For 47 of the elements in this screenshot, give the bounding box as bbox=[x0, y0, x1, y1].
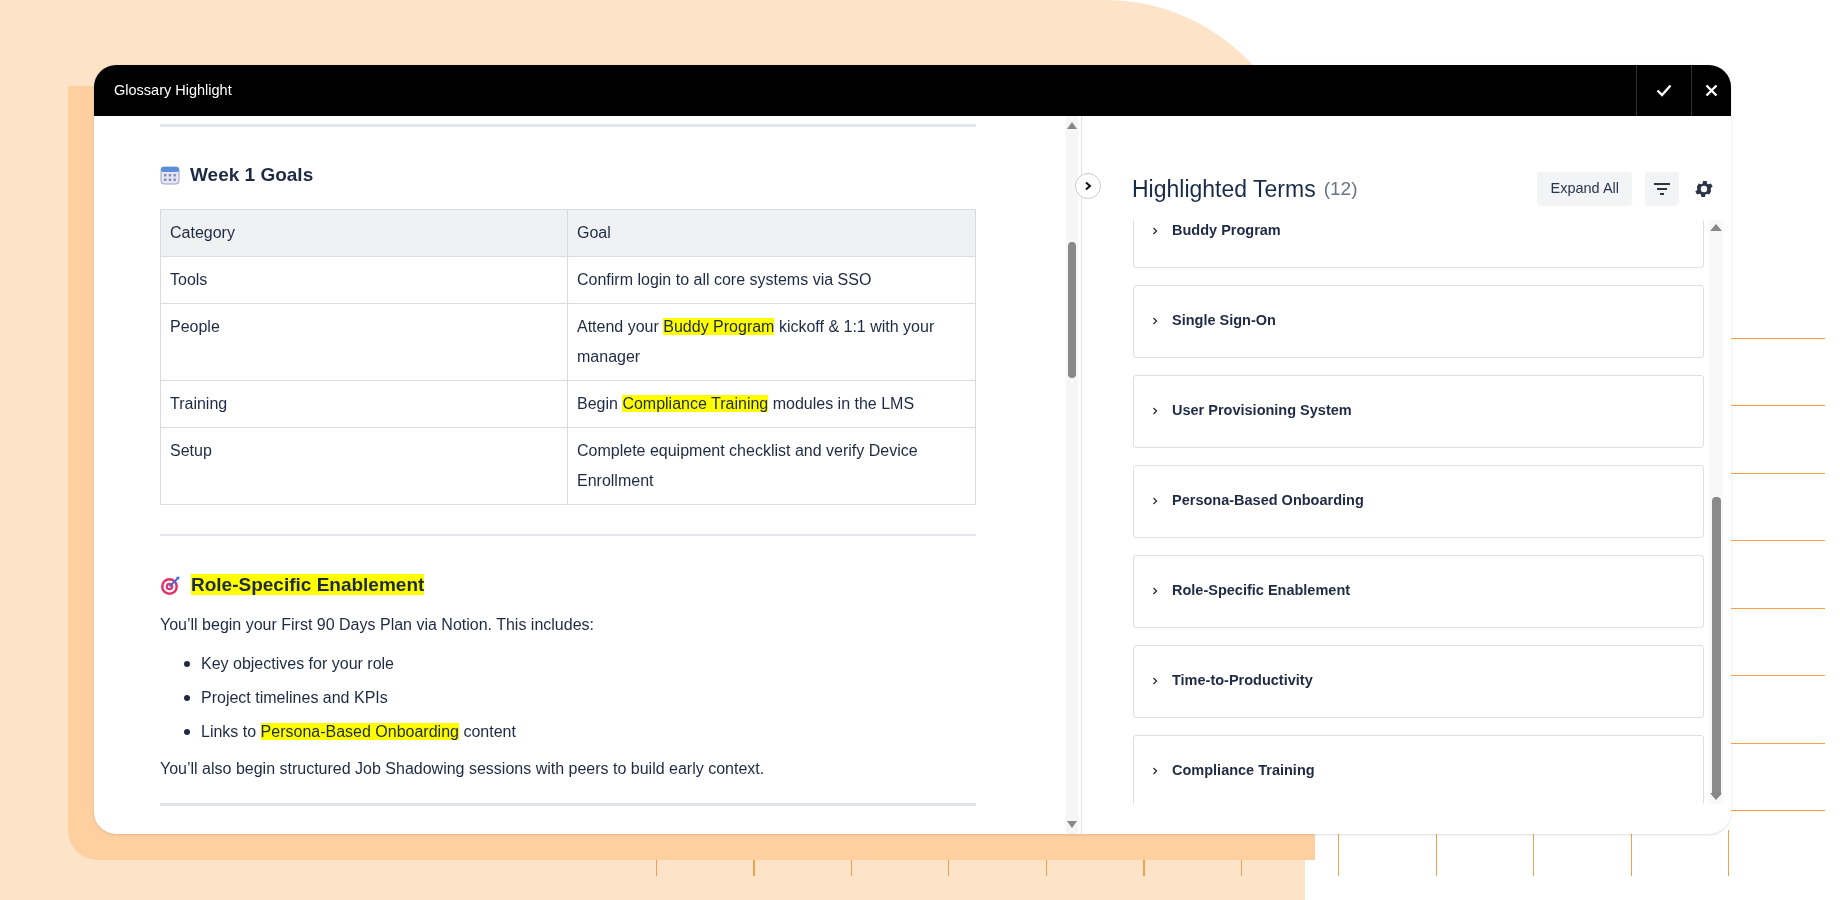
expand-all-button[interactable]: Expand All bbox=[1537, 172, 1632, 206]
section-heading: Week 1 Goals bbox=[190, 163, 314, 187]
term-count: (12) bbox=[1323, 176, 1359, 201]
bullet bbox=[184, 661, 190, 667]
target-icon bbox=[160, 574, 181, 596]
bullet bbox=[184, 695, 190, 701]
term-card[interactable]: Role-Specific Enablement bbox=[1133, 555, 1704, 628]
table-cell: People bbox=[160, 303, 568, 381]
filter-icon bbox=[1653, 182, 1671, 196]
table-cell: Tools bbox=[160, 256, 568, 304]
term-label: Role-Specific Enablement bbox=[1172, 580, 1351, 600]
list-item-text: Key objectives for your role bbox=[201, 654, 394, 674]
table-cell: Attend your Buddy Program kickoff & 1:1 with your manager bbox=[567, 303, 976, 381]
section-heading: Role-Specific Enablement bbox=[191, 573, 425, 597]
calendar-icon bbox=[160, 165, 180, 185]
term-label: Time-to-Productivity bbox=[1172, 670, 1313, 690]
checkmark-icon bbox=[1656, 84, 1672, 97]
chevron-right-icon bbox=[1083, 181, 1093, 191]
column-header: Goal bbox=[567, 209, 976, 257]
term-label: Compliance Training bbox=[1172, 760, 1315, 780]
term-card[interactable]: Compliance Training bbox=[1133, 735, 1704, 804]
paragraph: You’ll begin your First 90 Days Plan via Notion. This includes: bbox=[160, 615, 595, 635]
paragraph: You’ll also begin structured Job Shadowing sessions with peers to build early context. bbox=[160, 759, 766, 779]
bullet bbox=[184, 729, 190, 735]
list-item-text: Project timelines and KPIs bbox=[201, 688, 388, 708]
filter-button[interactable] bbox=[1645, 172, 1679, 206]
term-label: User Provisioning System bbox=[1172, 400, 1352, 420]
term-label: Single Sign-On bbox=[1172, 310, 1276, 330]
panel-title: Highlighted Terms bbox=[1132, 174, 1316, 204]
table-cell: Complete equipment checklist and verify Device Enrollment bbox=[567, 427, 976, 505]
window-title: Glossary Highlight bbox=[113, 80, 233, 100]
term-card[interactable]: Single Sign-On bbox=[1133, 285, 1704, 358]
table-cell: Training bbox=[160, 380, 568, 428]
term-card[interactable]: User Provisioning System bbox=[1133, 375, 1704, 448]
term-card[interactable]: Persona-Based Onboarding bbox=[1133, 465, 1704, 538]
close-icon bbox=[1705, 84, 1718, 97]
settings-icon[interactable] bbox=[1693, 178, 1715, 200]
list-item-text: Links to Persona-Based Onboarding content bbox=[201, 722, 516, 742]
table-cell: Setup bbox=[160, 427, 568, 505]
term-label: Buddy Program bbox=[1172, 220, 1281, 240]
term-card[interactable]: Buddy Program bbox=[1133, 220, 1704, 268]
collapse-toggle-button[interactable] bbox=[1075, 173, 1101, 199]
table-cell: Begin Compliance Training modules in the LMS bbox=[567, 380, 976, 428]
term-label: Persona-Based Onboarding bbox=[1172, 490, 1364, 510]
column-header: Category bbox=[160, 209, 568, 257]
term-card[interactable]: Time-to-Productivity bbox=[1133, 645, 1704, 718]
table-cell: Confirm login to all core systems via SSO bbox=[567, 256, 976, 304]
